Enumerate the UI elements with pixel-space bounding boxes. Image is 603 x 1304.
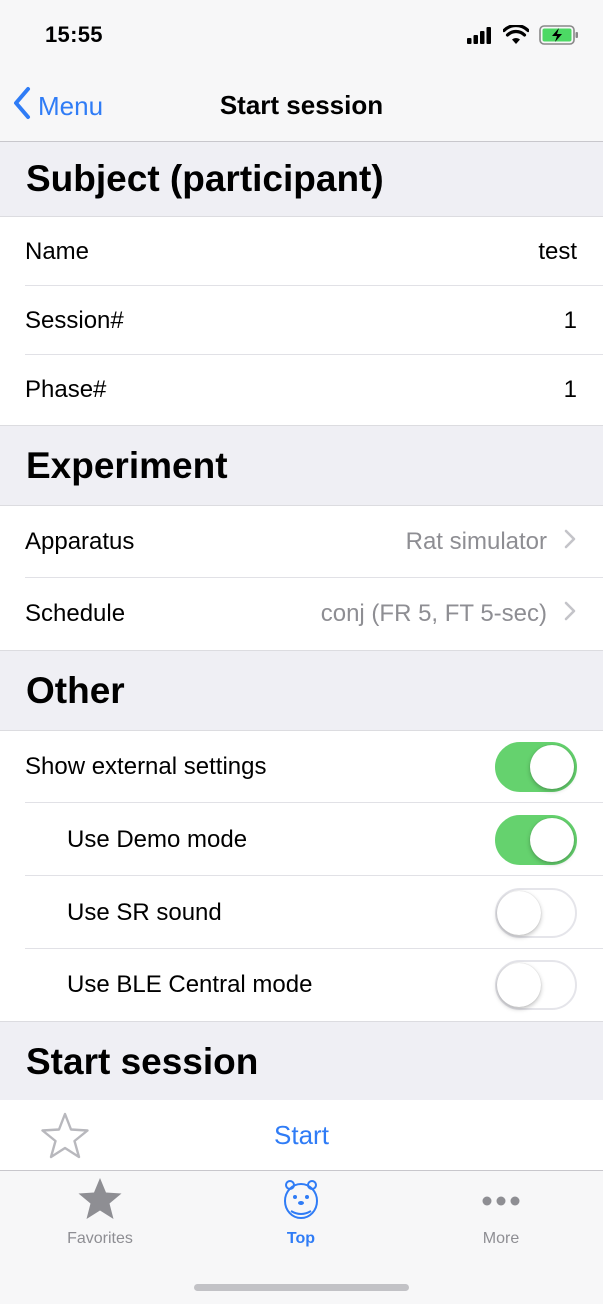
toggle-knob bbox=[530, 817, 574, 862]
row-label: Use SR sound bbox=[67, 898, 222, 926]
name-value: test bbox=[538, 237, 577, 265]
row-label: Phase# bbox=[25, 376, 107, 403]
row-show-external-settings: Show external settings bbox=[0, 731, 603, 803]
row-label: Schedule bbox=[25, 600, 126, 627]
row-label: Show external settings bbox=[25, 753, 267, 780]
phase-value: 1 bbox=[563, 376, 577, 403]
more-dots-icon bbox=[479, 1196, 523, 1225]
start-row: Start bbox=[0, 1100, 603, 1170]
toggle-knob bbox=[530, 745, 574, 789]
tab-more[interactable]: More bbox=[431, 1177, 571, 1248]
use-demo-mode-toggle[interactable] bbox=[495, 814, 577, 865]
tab-label: Top bbox=[286, 1230, 316, 1247]
home-indicator[interactable] bbox=[194, 1284, 409, 1291]
session-value: 1 bbox=[563, 306, 577, 334]
settings-table: Subject (participant) Name test Session#… bbox=[0, 142, 603, 1102]
row-use-demo-mode: Use Demo mode bbox=[0, 803, 603, 876]
start-button[interactable]: Start bbox=[0, 1120, 603, 1151]
wifi-icon bbox=[502, 23, 530, 50]
row-session[interactable]: Session# 1 bbox=[0, 286, 603, 355]
row-label: Name bbox=[25, 237, 90, 265]
row-name[interactable]: Name test bbox=[0, 217, 603, 286]
tab-top[interactable]: Top bbox=[231, 1177, 371, 1248]
tab-label: Favorites bbox=[67, 1230, 133, 1247]
schedule-value: conj (FR 5, FT 5-sec) bbox=[320, 600, 547, 627]
row-label: Apparatus bbox=[25, 528, 135, 555]
row-label: Session# bbox=[25, 306, 124, 334]
cellular-signal-icon bbox=[467, 26, 493, 49]
row-use-ble-central-mode: Use BLE Central mode bbox=[0, 949, 603, 1021]
tab-bar: Favorites Top More bbox=[0, 1170, 603, 1304]
row-schedule[interactable]: Schedule conj (FR 5, FT 5-sec) bbox=[0, 578, 603, 650]
chevron-right-icon bbox=[563, 600, 577, 629]
section-header-experiment: Experiment bbox=[0, 425, 603, 506]
tab-label: More bbox=[482, 1230, 520, 1247]
show-external-settings-toggle[interactable] bbox=[495, 742, 577, 792]
row-phase[interactable]: Phase# 1 bbox=[0, 355, 603, 425]
hamster-icon bbox=[281, 1180, 321, 1225]
toggle-knob bbox=[497, 890, 541, 935]
status-icons bbox=[467, 23, 579, 50]
star-icon bbox=[77, 1178, 123, 1225]
section-header-start-session: Start session bbox=[0, 1021, 603, 1102]
battery-charging-icon bbox=[539, 24, 579, 50]
section-header-subject: Subject (participant) bbox=[0, 142, 603, 217]
apparatus-value: Rat simulator bbox=[405, 528, 547, 555]
row-label: Use BLE Central mode bbox=[67, 971, 313, 998]
use-ble-central-mode-toggle[interactable] bbox=[495, 960, 577, 1010]
chevron-right-icon bbox=[563, 528, 577, 557]
toggle-knob bbox=[497, 963, 541, 1007]
section-header-other: Other bbox=[0, 650, 603, 731]
row-use-sr-sound: Use SR sound bbox=[0, 876, 603, 949]
row-label: Use Demo mode bbox=[67, 825, 248, 853]
status-time: 15:55 bbox=[45, 22, 103, 47]
use-sr-sound-toggle[interactable] bbox=[495, 887, 577, 938]
row-apparatus[interactable]: Apparatus Rat simulator bbox=[0, 506, 603, 578]
page-title: Start session bbox=[219, 90, 384, 120]
top-bar: 15:55 Menu Start session bbox=[0, 0, 603, 142]
tab-favorites[interactable]: Favorites bbox=[30, 1177, 170, 1248]
